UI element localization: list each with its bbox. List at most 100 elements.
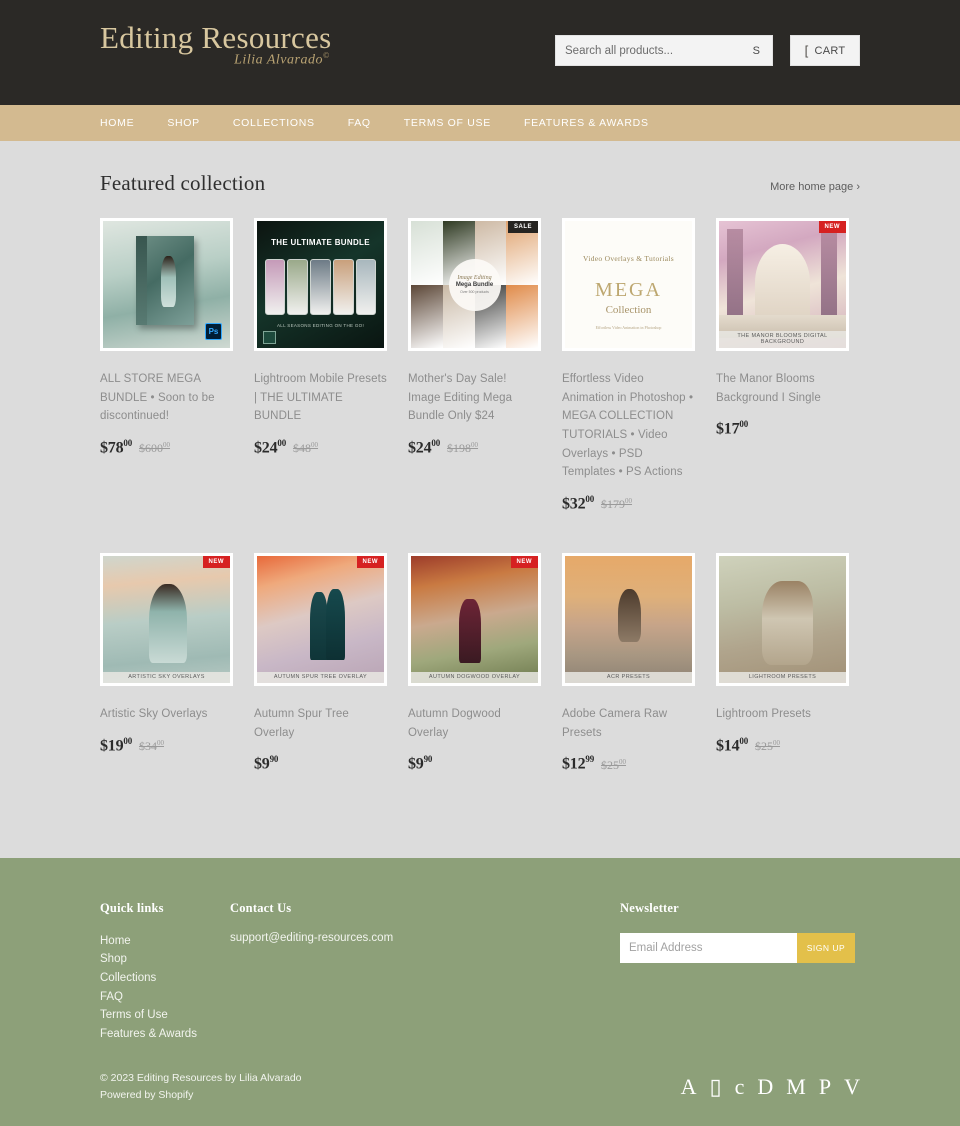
shopping-cart-icon: [ [804,43,809,58]
footer-link-features-awards[interactable]: Features & Awards [100,1025,197,1044]
nav-item-features-awards[interactable]: FEATURES & AWARDS [524,117,682,129]
compare-price-amount: $34 [139,739,158,754]
nav-item-faq[interactable]: FAQ [348,117,404,129]
cart-label: CART [814,44,846,57]
price-amount: $32 [562,495,586,513]
price-cents: 00 [739,419,749,430]
search-input[interactable] [556,36,749,65]
product-title[interactable]: Artistic Sky Overlays [100,705,233,724]
compare-price-cents: 00 [619,757,627,766]
footer-link-faq[interactable]: FAQ [100,988,197,1007]
compare-price-amount: $25 [601,757,620,772]
price-amount: $12 [562,755,586,773]
compare-price-amount: $198 [447,441,472,456]
nav-item-home[interactable]: HOME [100,117,167,129]
product-thumbnail[interactable]: ACR PRESETS [562,553,695,687]
section-header: Featured collection More home page › [100,171,860,196]
footer-bottom: © 2023 Editing Resources by Lilia Alvara… [100,1052,860,1126]
product-title[interactable]: Adobe Camera Raw Presets [562,705,695,742]
product-price: $1400 [716,736,748,755]
discover-icon: D [757,1073,774,1099]
logo-subtitle-text: Lilia Alvarado [234,52,323,68]
footer-newsletter: Newsletter SIGN UP [620,901,855,963]
price-cents: 00 [739,735,749,746]
powered-by-text[interactable]: Powered by Shopify [100,1087,302,1104]
product-price: $2400 [254,438,286,457]
more-home-page-link[interactable]: More home page › [770,181,860,193]
product-card[interactable]: LIGHTROOM PRESETS Lightroom Presets $1400 $… [716,553,849,774]
newsletter-title: Newsletter [620,900,679,915]
nav-item-shop[interactable]: SHOP [167,117,233,129]
footer-link-collections[interactable]: Collections [100,969,197,988]
product-title[interactable]: Autumn Spur Tree Overlay [254,705,387,742]
signup-button[interactable]: SIGN UP [797,932,855,963]
product-thumbnail[interactable]: LIGHTROOM PRESETS [716,553,849,687]
product-thumbnail[interactable]: THE ULTIMATE BUNDLE ALL SEASONS EDITING O… [254,218,387,351]
product-price: $2400 [408,438,440,457]
product-image-ultimate-bundle: THE ULTIMATE BUNDLE ALL SEASONS EDITING O… [257,221,384,348]
product-thumbnail[interactable]: ARTISTIC SKY OVERLAYS NEW [100,553,233,687]
status-badge: NEW [818,221,846,233]
product-card[interactable]: AUTUMN DOGWOOD OVERLAY NEW Autumn Dogwood … [408,553,541,774]
price-row: $1400 $2500 [716,736,849,755]
price-cents: 00 [431,437,441,448]
product-card[interactable]: Image Editing Mega Bundle Over 500 product… [408,218,541,513]
product-price: $3200 [562,494,594,513]
price-cents: 90 [423,754,433,765]
image-caption-bar: ARTISTIC SKY OVERLAYS [103,671,230,684]
mastercard-icon: M [786,1073,806,1099]
footer-link-shop[interactable]: Shop [100,950,197,969]
product-title[interactable]: The Manor Blooms Background I Single [716,370,849,407]
compare-at-price: $19800 [447,441,478,456]
product-image-autumn-spur [257,556,384,684]
nav-item-terms-of-use[interactable]: TERMS OF USE [404,117,524,129]
product-price: $7800 [100,438,132,457]
product-thumbnail[interactable]: AUTUMN DOGWOOD OVERLAY NEW [408,553,541,687]
product-card[interactable]: Video Overlays & Tutorials MEGA Collection… [562,218,695,513]
nav-item-collections[interactable]: COLLECTIONS [233,117,348,129]
product-title[interactable]: Autumn Dogwood Overlay [408,705,541,742]
product-image-mega-bundle: Ps [103,221,230,348]
contact-email[interactable]: support@editing-resources.com [230,932,393,944]
product-card[interactable]: ARTISTIC SKY OVERLAYS NEW Artistic Sky Ove… [100,553,233,774]
email-field[interactable] [620,932,797,963]
product-card[interactable]: THE MANOR BLOOMS DIGITAL BACKGROUND NEW Th… [716,218,849,513]
product-thumbnail[interactable]: Ps [100,218,233,351]
compare-price-amount: $48 [293,441,312,456]
cart-button[interactable]: [ CART [790,35,860,66]
search-submit-button[interactable]: S [749,36,772,65]
product-card[interactable]: ACR PRESETS Adobe Camera Raw Presets $1299… [562,553,695,774]
product-price: $990 [254,754,278,773]
price-amount: $9 [408,755,424,773]
search-form: S [555,35,773,66]
footer-link-terms-of-use[interactable]: Terms of Use [100,1006,197,1025]
diners-club-icon: c [734,1073,745,1099]
product-card[interactable]: AUTUMN SPUR TREE OVERLAY NEW Autumn Spur T… [254,553,387,774]
copyright-text: © 2023 Editing Resources by Lilia Alvara… [100,1071,302,1084]
site-logo[interactable]: Editing Resources Lilia Alvarado© [100,21,332,68]
compare-at-price: $17900 [601,497,632,512]
product-thumbnail[interactable]: AUTUMN SPUR TREE OVERLAY NEW [254,553,387,687]
product-title[interactable]: Lightroom Presets [716,705,849,724]
paypal-icon: P [818,1073,832,1099]
product-title[interactable]: ALL STORE MEGA BUNDLE • Soon to be disco… [100,370,233,426]
product-image-mothers-day: Image Editing Mega Bundle Over 500 product… [411,221,538,348]
product-price: $990 [408,754,432,773]
image-caption-bar: THE MANOR BLOOMS DIGITAL BACKGROUND [719,331,846,348]
product-image-manor-blooms [719,221,846,348]
product-thumbnail[interactable]: Image Editing Mega Bundle Over 500 product… [408,218,541,351]
product-price: $1900 [100,736,132,755]
product-title[interactable]: Mother's Day Sale! Image Editing Mega Bu… [408,370,541,426]
product-image-acr-presets [565,556,692,684]
product-title[interactable]: Effortless Video Animation in Photoshop … [562,370,695,482]
main-navigation: HOME SHOP COLLECTIONS FAQ TERMS OF USE FEATUR… [0,105,960,141]
product-thumbnail[interactable]: THE MANOR BLOOMS DIGITAL BACKGROUND NEW [716,218,849,351]
product-image-autumn-dogwood [411,556,538,684]
product-thumbnail[interactable]: Video Overlays & Tutorials MEGA Collection… [562,218,695,351]
product-title[interactable]: Lightroom Mobile Presets | THE ULTIMATE … [254,370,387,426]
mega-bundle-badge: Image Editing Mega Bundle Over 500 product… [448,258,501,311]
product-card[interactable]: THE ULTIMATE BUNDLE ALL SEASONS EDITING O… [254,218,387,513]
product-price: $1299 [562,754,594,773]
footer-link-home[interactable]: Home [100,932,197,951]
product-card[interactable]: Ps ALL STORE MEGA BUNDLE • Soon to be dis… [100,218,233,513]
